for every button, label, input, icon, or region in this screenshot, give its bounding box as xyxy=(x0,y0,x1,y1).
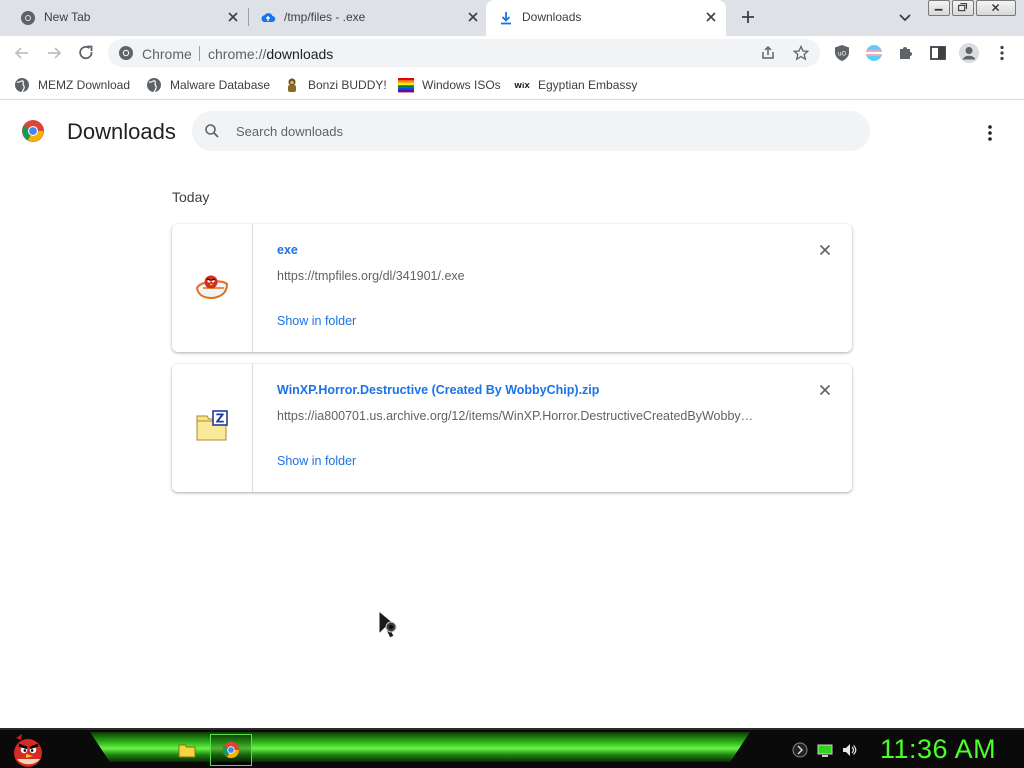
show-in-folder-link[interactable]: Show in folder xyxy=(277,454,356,468)
omnibox-site-label: Chrome xyxy=(142,46,192,62)
bookmark-label: Malware Database xyxy=(170,78,271,92)
download-file-link[interactable]: exe xyxy=(277,243,298,257)
bookmark-label: Bonzi BUDDY! xyxy=(308,78,387,92)
reload-icon[interactable] xyxy=(76,43,96,63)
chrome-taskbar-icon xyxy=(222,741,240,759)
download-source-url[interactable]: https://ia800701.us.archive.org/12/items… xyxy=(277,409,777,423)
folder-icon xyxy=(178,744,196,758)
search-box[interactable] xyxy=(192,111,870,151)
restore-button[interactable] xyxy=(952,0,974,16)
chrome-menu-icon[interactable] xyxy=(992,43,1012,63)
bookmark-label: Egyptian Embassy xyxy=(538,78,638,92)
new-tab-plus-icon[interactable] xyxy=(738,7,758,27)
date-section-label: Today xyxy=(172,189,210,205)
rainbow-flag-icon xyxy=(398,78,414,93)
toolbar: Chrome chrome://downloads uO xyxy=(0,36,1024,70)
angry-bird-start-icon[interactable] xyxy=(8,732,46,768)
tab-title: Downloads xyxy=(522,10,582,24)
trans-flag-extension-icon[interactable] xyxy=(864,43,884,63)
bookmark-malware-database[interactable]: Malware Database xyxy=(146,76,270,94)
ublock-origin-icon[interactable]: uO xyxy=(832,43,852,63)
profile-avatar-icon[interactable] xyxy=(958,42,980,64)
bookmark-egyptian-embassy[interactable]: WiX Egyptian Embassy xyxy=(514,76,637,94)
chrome-site-icon xyxy=(119,46,133,60)
tray-network-icon[interactable] xyxy=(817,742,833,758)
close-window-icon xyxy=(992,4,1000,12)
omnibox-divider xyxy=(199,46,200,61)
taskbar: 11:36 AM xyxy=(0,728,1024,768)
download-source-url[interactable]: https://tmpfiles.org/dl/341901/.exe xyxy=(277,269,777,283)
tab-strip: New Tab /tmp/files - .exe Downloads xyxy=(0,0,1024,36)
bonzi-icon xyxy=(288,78,296,92)
svg-text:Z: Z xyxy=(216,412,225,426)
remove-from-list-icon[interactable] xyxy=(818,243,832,257)
zip-folder-icon: Z xyxy=(196,410,228,441)
tab-title: New Tab xyxy=(44,10,91,24)
extensions-puzzle-icon[interactable] xyxy=(896,43,916,63)
close-icon[interactable] xyxy=(704,10,718,24)
tab-title: /tmp/files - .exe xyxy=(284,10,366,24)
minimize-icon xyxy=(934,8,943,11)
bookmark-star-icon[interactable] xyxy=(793,45,809,61)
chrome-icon xyxy=(21,11,35,25)
bookmark-label: Windows ISOs xyxy=(422,78,501,92)
forward-arrow-icon[interactable] xyxy=(44,43,64,63)
globe-icon xyxy=(147,78,161,93)
taskbar-explorer-button[interactable] xyxy=(166,734,208,766)
chrome-logo-icon xyxy=(22,120,44,142)
tab-tmp-files[interactable]: /tmp/files - .exe xyxy=(240,0,488,34)
url-host: downloads xyxy=(266,46,334,62)
svg-text:WiX: WiX xyxy=(514,82,530,90)
search-input[interactable] xyxy=(236,111,836,151)
cloud-upload-icon xyxy=(261,13,276,23)
download-icon xyxy=(501,12,511,25)
globe-icon xyxy=(15,78,29,93)
bookmark-memz-download[interactable]: MEMZ Download xyxy=(14,76,130,94)
bookmark-bonzi-buddy[interactable]: Bonzi BUDDY! xyxy=(284,76,387,94)
tab-downloads[interactable]: Downloads xyxy=(486,0,726,36)
omnibox-url: chrome://downloads xyxy=(208,46,333,62)
bookmark-label: MEMZ Download xyxy=(38,78,131,92)
more-actions-icon[interactable] xyxy=(978,121,1002,145)
tray-tablet-icon[interactable] xyxy=(792,742,808,758)
tab-new-tab[interactable]: New Tab xyxy=(0,0,248,34)
restore-icon xyxy=(958,3,968,12)
mouse-cursor-icon xyxy=(378,610,399,639)
url-scheme: chrome:// xyxy=(208,46,267,62)
download-file-link[interactable]: WinXP.Horror.Destructive (Created By Wob… xyxy=(277,383,599,397)
share-icon[interactable] xyxy=(760,45,776,61)
close-window-button[interactable] xyxy=(976,0,1016,16)
omnibox[interactable]: Chrome chrome://downloads xyxy=(108,39,820,67)
bookmark-windows-isos[interactable]: Windows ISOs xyxy=(398,76,501,94)
taskbar-clock[interactable]: 11:36 AM xyxy=(880,734,996,765)
file-icon-column xyxy=(172,224,253,352)
close-icon[interactable] xyxy=(226,10,240,24)
svg-text:uO: uO xyxy=(838,51,847,58)
downloads-header: Downloads xyxy=(0,101,1024,161)
show-in-folder-link[interactable]: Show in folder xyxy=(277,314,356,328)
tab-search-chevron-icon[interactable] xyxy=(895,7,915,27)
back-arrow-icon[interactable] xyxy=(12,43,32,63)
minimize-button[interactable] xyxy=(928,0,950,16)
file-icon-column: Z xyxy=(172,364,253,492)
search-icon xyxy=(205,124,219,138)
tray-volume-icon[interactable] xyxy=(841,742,857,758)
angry-bird-icon xyxy=(195,275,229,300)
download-item: exe https://tmpfiles.org/dl/341901/.exe … xyxy=(172,224,852,352)
download-item: Z WinXP.Horror.Destructive (Created By W… xyxy=(172,364,852,492)
close-icon[interactable] xyxy=(466,10,480,24)
side-panel-icon[interactable] xyxy=(928,43,948,63)
page-title: Downloads xyxy=(67,119,176,144)
taskbar-chrome-button[interactable] xyxy=(210,734,252,766)
remove-from-list-icon[interactable] xyxy=(818,383,832,397)
bookmarks-bar: MEMZ Download Malware Database Bonzi BUD… xyxy=(0,70,1024,100)
wix-icon: WiX xyxy=(514,82,530,90)
